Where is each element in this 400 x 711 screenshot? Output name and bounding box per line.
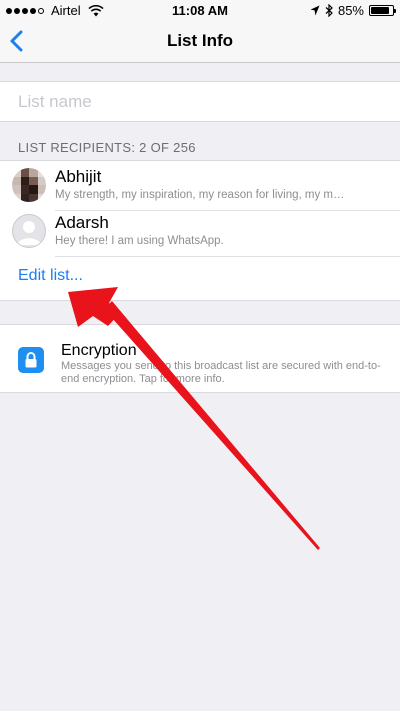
recipient-status: Hey there! I am using WhatsApp. xyxy=(55,235,224,247)
location-icon xyxy=(310,5,320,16)
battery-icon xyxy=(369,5,396,16)
recipient-status: My strength, my inspiration, my reason f… xyxy=(55,189,345,201)
pixelated-photo xyxy=(12,168,46,202)
status-bar: Airtel 11:08 AM 85% xyxy=(0,0,400,20)
recipient-name: Abhijit xyxy=(55,167,102,186)
battery-level xyxy=(371,7,389,14)
default-avatar-icon xyxy=(12,214,46,248)
encryption-title: Encryption xyxy=(61,342,137,359)
list-item[interactable]: Adarsh Hey there! I am using WhatsApp. xyxy=(0,209,400,257)
recipient-name: Adarsh xyxy=(55,213,109,232)
encryption-description: Messages you send to this broadcast list… xyxy=(61,360,381,385)
list-item[interactable]: Abhijit My strength, my inspiration, my … xyxy=(0,163,400,211)
recipients-section-header: LIST RECIPIENTS: 2 OF 256 xyxy=(18,140,196,155)
page-title: List Info xyxy=(166,31,234,50)
edit-list-button[interactable]: Edit list... xyxy=(18,267,83,285)
status-right: 85% xyxy=(310,3,396,18)
list-name-section xyxy=(0,81,400,122)
list-name-input[interactable] xyxy=(18,91,388,113)
lock-icon xyxy=(18,347,44,373)
avatar xyxy=(12,168,46,202)
encryption-row[interactable]: Encryption Messages you send to this bro… xyxy=(0,324,400,393)
navigation-bar: List Info xyxy=(0,20,400,63)
bluetooth-icon xyxy=(325,4,333,17)
row-separator xyxy=(55,256,400,257)
battery-percent: 85% xyxy=(337,3,364,18)
recipients-list: Abhijit My strength, my inspiration, my … xyxy=(0,160,400,301)
